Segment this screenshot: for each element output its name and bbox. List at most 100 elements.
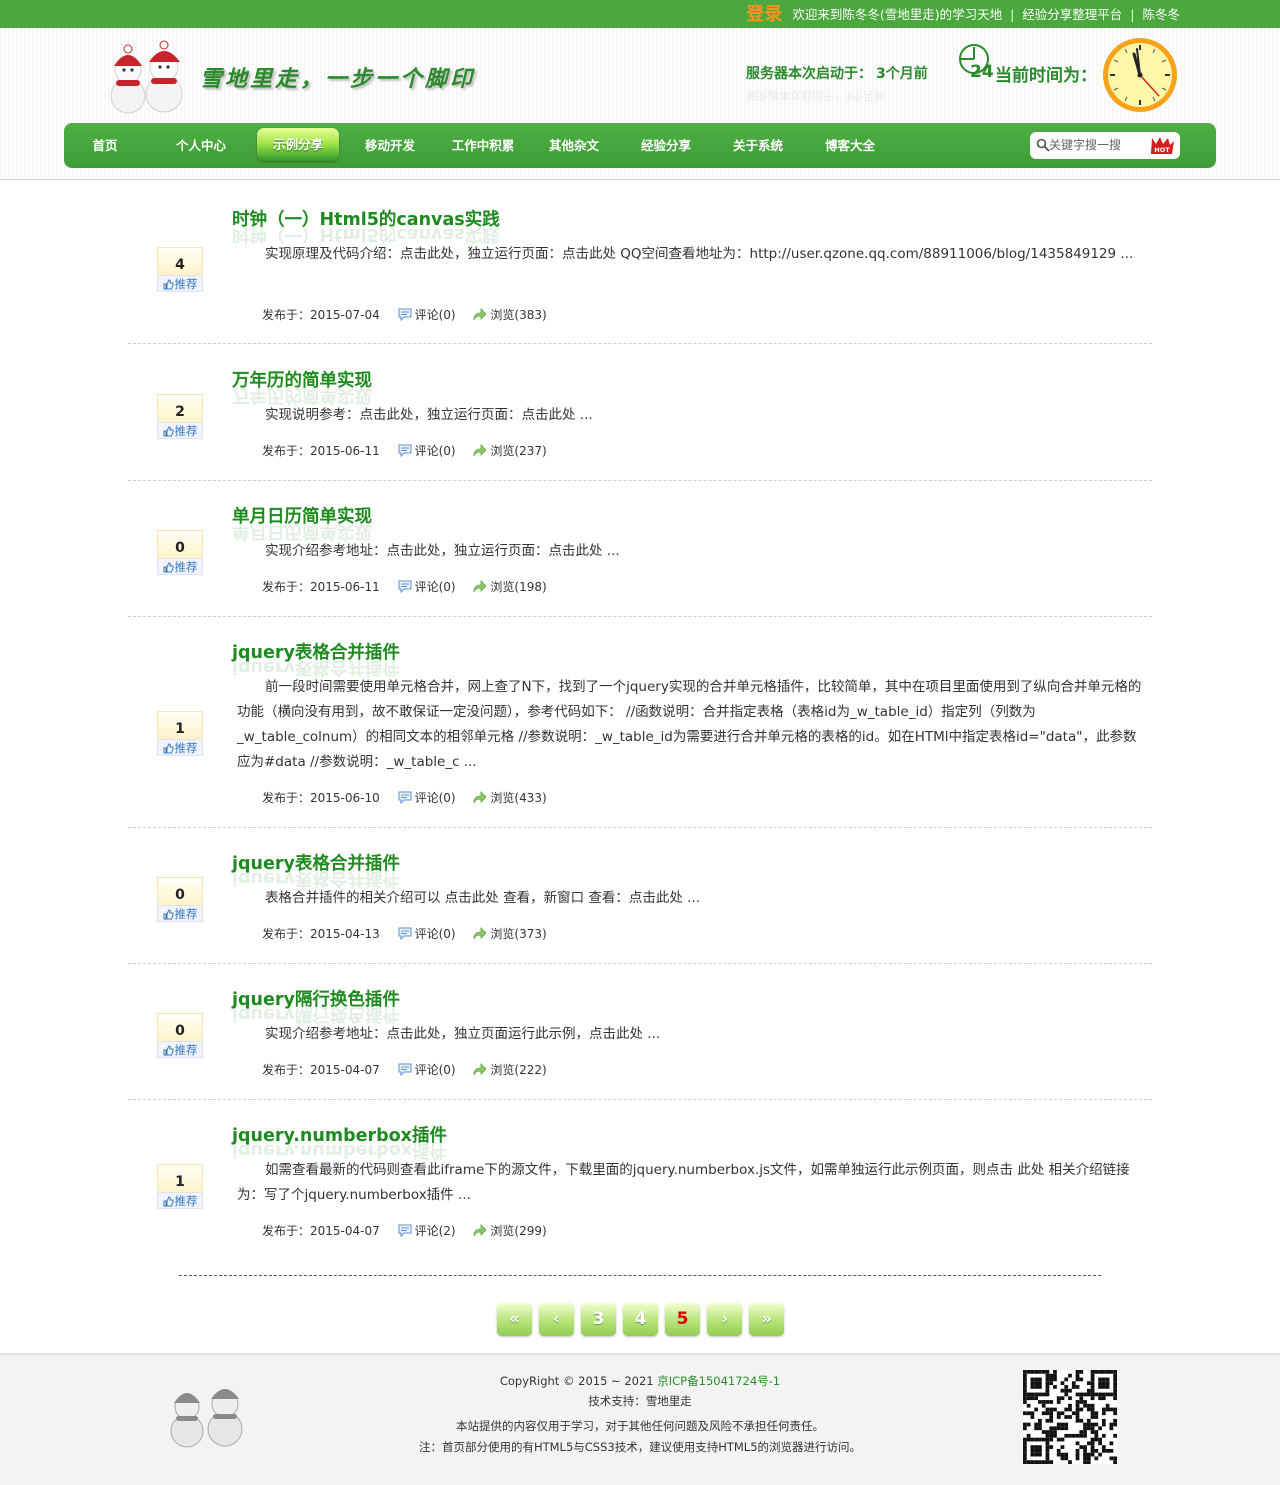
- page-next-button[interactable]: ›: [707, 1303, 742, 1336]
- article-item: 0 推荐 单月日历简单实现 单月日历简单实现 实现介绍参考地址：点击此处，独立运…: [128, 480, 1152, 617]
- nav-misc[interactable]: 其他杂文: [545, 134, 603, 158]
- nav-work-notes[interactable]: 工作中积累: [448, 134, 518, 158]
- icp-link[interactable]: 京ICP备15041724号-1: [657, 1374, 780, 1388]
- comment-link[interactable]: 评论(0): [398, 580, 456, 594]
- recommend-box[interactable]: 1 推荐: [157, 711, 203, 756]
- thumbs-up-icon: [163, 279, 173, 290]
- recommend-box[interactable]: 2 推荐: [157, 394, 203, 439]
- footer: CopyRight © 2015 ~ 2021 京ICP备15041724号-1…: [0, 1353, 1280, 1485]
- article-meta: 发布于：2015-06-10 评论(0) 浏览(433): [262, 789, 561, 806]
- recommend-button[interactable]: 推荐: [157, 1192, 203, 1209]
- article-title[interactable]: 时钟（一）Html5的canvas实践 时钟（一）Html5的canvas实践: [232, 206, 500, 244]
- main-nav: 首页 个人中心 示例分享 移动开发 工作中积累 其他杂文 经验分享 关于系统 博…: [64, 123, 1216, 168]
- search-icon[interactable]: [1036, 138, 1050, 152]
- page-prev-button[interactable]: ‹: [539, 1303, 574, 1336]
- article-meta: 发布于：2015-06-11 评论(0) 浏览(198): [262, 578, 561, 595]
- recommend-box[interactable]: 0 推荐: [157, 877, 203, 922]
- article-date: 发布于：2015-07-04: [262, 308, 380, 322]
- article-title[interactable]: 万年历的简单实现 万年历的简单实现: [232, 367, 372, 405]
- search-input[interactable]: [1049, 136, 1145, 154]
- page-number-button[interactable]: 4: [623, 1303, 658, 1336]
- article-summary: 实现说明参考：点击此处，独立运行页面：点击此处 ...: [265, 407, 593, 423]
- comment-link[interactable]: 评论(0): [398, 791, 456, 805]
- recommend-count: 0: [157, 877, 203, 905]
- recommend-box[interactable]: 0 推荐: [157, 530, 203, 575]
- nav-experience[interactable]: 经验分享: [636, 134, 696, 158]
- recommend-count: 1: [157, 711, 203, 739]
- view-count: 浏览(198): [473, 580, 547, 594]
- recommend-button[interactable]: 推荐: [157, 905, 203, 922]
- nav-about[interactable]: 关于系统: [728, 134, 788, 158]
- comment-icon: [398, 1224, 412, 1237]
- top-link-author[interactable]: 陈冬冬: [1142, 7, 1180, 22]
- thumbs-up-icon: [163, 909, 173, 920]
- welcome-text: 欢迎来到陈冬冬(雪地里走)的学习天地: [792, 7, 1003, 22]
- top-link-experience[interactable]: 经验分享整理平台: [1022, 7, 1122, 22]
- qr-code-icon: [1023, 1370, 1117, 1464]
- recommend-button[interactable]: 推荐: [157, 275, 203, 292]
- comment-icon: [398, 791, 412, 804]
- snowman-logo-icon[interactable]: [100, 40, 192, 118]
- recommend-box[interactable]: 1 推荐: [157, 1164, 203, 1209]
- comment-link[interactable]: 评论(0): [398, 1063, 456, 1077]
- article-item: 2 推荐 万年历的简单实现 万年历的简单实现 实现说明参考：点击此处，独立运行页…: [128, 344, 1152, 481]
- article-title[interactable]: jquery隔行换色插件 jquery隔行换色插件: [232, 986, 400, 1024]
- article-date: 发布于：2015-06-11: [262, 444, 380, 458]
- article-summary: 前一段时间需要使用单元格合并，网上查了N下，找到了一个jquery实现的合并单元…: [237, 679, 1142, 770]
- article-item: 1 推荐 jquery表格合并插件 jquery表格合并插件 前一段时间需要使用…: [128, 616, 1152, 828]
- nav-examples[interactable]: 示例分享: [257, 128, 339, 161]
- article-date: 发布于：2015-04-13: [262, 927, 380, 941]
- article-title[interactable]: 单月日历简单实现 单月日历简单实现: [232, 503, 372, 541]
- recommend-button[interactable]: 推荐: [157, 1041, 203, 1058]
- nav-blogs[interactable]: 博客大全: [820, 134, 880, 158]
- recommend-count: 1: [157, 1164, 203, 1192]
- article-item: 0 推荐 jquery隔行换色插件 jquery隔行换色插件 实现介绍参考地址：…: [128, 963, 1152, 1100]
- article-summary: 如需查看最新的代码则查看此iframe下的源文件，下载里面的jquery.num…: [237, 1162, 1130, 1203]
- thumbs-up-icon: [163, 562, 173, 573]
- nav-home[interactable]: 首页: [84, 134, 126, 158]
- current-time-label: 当前时间为：: [995, 66, 1097, 86]
- server-start-reflection: 服务器本次启动于：3个月前: [746, 89, 885, 102]
- article-summary: 实现原理及代码介绍：点击此处，独立运行页面：点击此处 QQ空间查看地址为：htt…: [265, 246, 1134, 262]
- page-first-button[interactable]: «: [497, 1303, 532, 1336]
- recommend-count: 0: [157, 530, 203, 558]
- view-count: 浏览(237): [473, 444, 547, 458]
- server-start-value: 3个月前: [876, 66, 928, 82]
- copyright-text: CopyRight © 2015 ~ 2021: [499, 1374, 654, 1388]
- top-bar: 登录 欢迎来到陈冬冬(雪地里走)的学习天地 | 经验分享整理平台 | 陈冬冬: [0, 0, 1280, 28]
- recommend-count: 0: [157, 1013, 203, 1041]
- recommend-box[interactable]: 4 推荐: [157, 247, 203, 292]
- view-count: 浏览(433): [473, 791, 547, 805]
- comment-icon: [398, 1063, 412, 1076]
- server-start-label: 服务器本次启动于：: [746, 66, 872, 82]
- article-title[interactable]: jquery表格合并插件 jquery表格合并插件: [232, 639, 400, 677]
- comment-link[interactable]: 评论(0): [398, 308, 456, 322]
- share-arrow-icon: [474, 580, 487, 593]
- recommend-button[interactable]: 推荐: [157, 558, 203, 575]
- comment-link[interactable]: 评论(0): [398, 444, 456, 458]
- recommend-count: 4: [157, 247, 203, 275]
- article-meta: 发布于：2015-04-13 评论(0) 浏览(373): [262, 925, 561, 942]
- hot-badge-icon[interactable]: HOT: [1148, 136, 1176, 156]
- recommend-box[interactable]: 0 推荐: [157, 1013, 203, 1058]
- share-arrow-icon: [474, 1224, 487, 1237]
- login-link[interactable]: 登录: [746, 4, 782, 25]
- page-last-button[interactable]: »: [749, 1303, 784, 1336]
- comment-link[interactable]: 评论(2): [398, 1224, 456, 1238]
- recommend-button[interactable]: 推荐: [157, 422, 203, 439]
- page-current[interactable]: 5: [665, 1303, 700, 1336]
- article-meta: 发布于：2015-04-07 评论(0) 浏览(222): [262, 1061, 561, 1078]
- comment-link[interactable]: 评论(0): [398, 927, 456, 941]
- page-number-button[interactable]: 3: [581, 1303, 616, 1336]
- article-title[interactable]: jquery表格合并插件 jquery表格合并插件: [232, 850, 400, 888]
- recommend-button[interactable]: 推荐: [157, 739, 203, 756]
- top-bar-content: 登录 欢迎来到陈冬冬(雪地里走)的学习天地 | 经验分享整理平台 | 陈冬冬: [746, 0, 1180, 28]
- recommend-count: 2: [157, 394, 203, 422]
- nav-personal-center[interactable]: 个人中心: [170, 134, 232, 158]
- comment-icon: [398, 444, 412, 457]
- search-box: HOT: [1030, 132, 1180, 159]
- article-title[interactable]: jquery.numberbox插件 jquery.numberbox插件: [232, 1122, 447, 1160]
- nav-mobile-dev[interactable]: 移动开发: [360, 134, 420, 158]
- article-meta: 发布于：2015-06-11 评论(0) 浏览(237): [262, 442, 561, 459]
- comment-icon: [398, 308, 412, 321]
